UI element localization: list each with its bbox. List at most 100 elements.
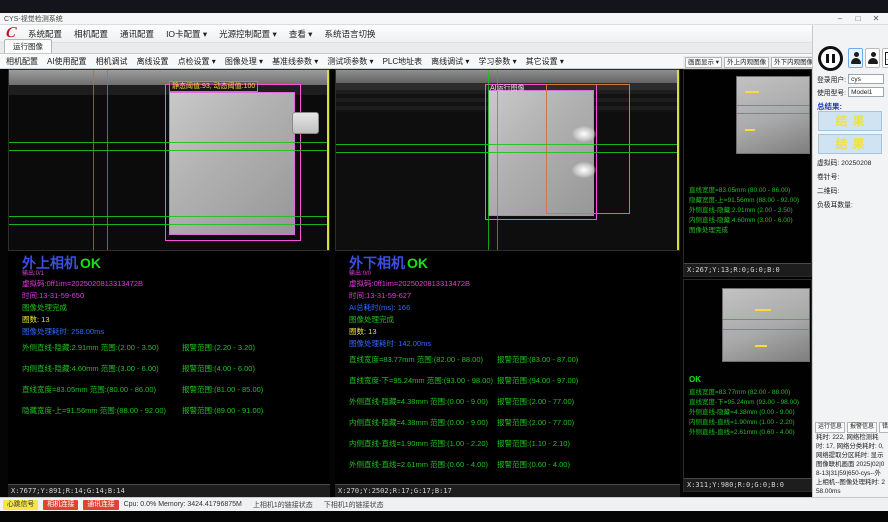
count-line: 圈数: 13 [349, 326, 679, 338]
login-user-button[interactable] [848, 48, 863, 68]
menubar: C 系统配置相机配置通讯配置IO卡配置 ▾光源控制配置 ▾查看 ▾系统语言切换 [0, 25, 888, 43]
toolbar-item[interactable]: PLC地址表 [383, 56, 423, 67]
camera-title: 外下相机OK [349, 255, 679, 271]
measure-line [737, 105, 809, 106]
mid-camera-image[interactable]: AI运行图像 [335, 69, 680, 251]
measure-line [9, 150, 329, 151]
measure-line [737, 113, 809, 114]
desktop-bottom-strip [0, 511, 888, 522]
mid-pixel-coords: X:270;Y:2502;R:17;G:17;B:17 [335, 484, 680, 497]
operator-button[interactable] [865, 48, 880, 68]
camera-title: 外上相机OK [22, 255, 322, 271]
measured-value: 内侧直线-隐藏:4.60mm (3.00 - 6.00) [689, 216, 799, 226]
bottom-small-coords: X:311;Y:980;R:0;G:0;B:0 [684, 478, 811, 491]
count-line: 圈数: 13 [22, 314, 322, 326]
time-line: 时间:13-31-59-650 [22, 290, 322, 302]
elapsed-line: 图像处理耗时: 142.00ms [349, 338, 679, 350]
log-tab[interactable]: 报警信息 [847, 422, 877, 433]
result-box-1: 结果 [818, 111, 882, 131]
pause-button[interactable] [818, 46, 843, 71]
minimize-button[interactable]: – [832, 14, 848, 24]
lower-camera-link-status[interactable]: 下相机1的链接状态 [324, 500, 384, 510]
top-small-coords: X:267;Y:13;R:0;G:0;B:0 [684, 263, 811, 276]
log-tab[interactable]: 错误信息 [879, 422, 888, 433]
measure-line [336, 152, 679, 153]
toolbar-item[interactable]: 基准线参数 ▾ [272, 56, 318, 67]
alarm-range: 报警范围:(89.00 - 91.00) [182, 405, 263, 417]
menu-item[interactable]: 通讯配置 [120, 28, 154, 40]
qr-code-label: 二维码: [817, 185, 839, 195]
left-camera-panel: 静态阈值:93, 动态阈值:100 外上相机OK 输出:0/1 虚拟码:0ff1… [8, 69, 330, 497]
right-view-tab[interactable]: 画面显示 ▾ [685, 57, 722, 68]
close-button[interactable]: ✕ [868, 14, 884, 24]
measure-line [336, 144, 679, 145]
measured-value: 直线宽度=83.05mm 范围:(80.00 - 86.00) [22, 384, 182, 396]
alarm-range: 报警范围:(94.00 - 97.00) [497, 375, 578, 387]
alarm-range: 报警范围:(2.00 - 77.00) [497, 417, 574, 429]
menu-item[interactable]: 系统配置 [28, 28, 62, 40]
alarm-range: 报警范围:(81.00 - 85.00) [182, 384, 263, 396]
result-row: 隐藏宽度-上=91.56mm 范围:(88.00 - 92.00) 报警范围:(… [22, 405, 322, 417]
result-row: 外侧直线-直线=2.61mm 范围:(0.60 - 4.00) 报警范围:(0.… [349, 459, 679, 471]
alarm-range: 报警范围:(83.00 - 87.00) [497, 354, 578, 366]
measured-value: 内侧直线-直线=1.90mm (1.00 - 2.20) [689, 418, 799, 428]
cpu-memory-text: Cpu: 0.0% Memory: 3424.41796875M [124, 501, 242, 508]
log-text: 耗时: 222, 网络检测耗时: 17, 网络分类耗时: 0, 网络提取分区耗时… [816, 434, 886, 497]
menu-item[interactable]: 系统语言切换 [324, 28, 375, 40]
log-tabs: 运行信息报警信息错误信息 [815, 422, 888, 433]
virtual-code-line: 虚拟码:0ff1im=2025020813313472B [349, 278, 679, 290]
right-view-tab[interactable]: 外下内观图像 [771, 57, 816, 68]
menu-item[interactable]: 相机配置 [74, 28, 108, 40]
ok-status: OK [407, 255, 428, 271]
alarm-range: 报警范围:(0.60 - 4.00) [497, 459, 570, 471]
heartbeat-badge: 心跳信号 [3, 500, 38, 510]
toolbar-item[interactable]: 学习参数 ▾ [478, 56, 516, 67]
camera-link-badge: 相机连接 [43, 500, 78, 510]
measured-value: 隐藏宽度-上=91.56mm (88.00 - 92.00) [689, 196, 799, 206]
toolbar-item[interactable]: 离线设置 [137, 56, 169, 67]
toolbar-item[interactable]: 图像处理 ▾ [225, 56, 263, 67]
measured-value: 外侧直线-直线=2.61mm 范围:(0.60 - 4.00) [349, 459, 497, 471]
maximize-button[interactable]: □ [850, 14, 866, 24]
ai-time-line: AI总耗时(ms): 166 [349, 302, 679, 314]
measured-value: 内侧直线-隐藏=4.38mm 范围:(0.00 - 9.00) [349, 417, 497, 429]
toolbar-item[interactable]: AI使用配置 [47, 56, 87, 67]
exit-button[interactable] [882, 48, 888, 68]
measured-value: 外侧直线-隐藏:2.91mm 范围:(2.00 - 3.50) [22, 342, 182, 354]
thumb-image [736, 76, 810, 154]
overlay-mark [745, 129, 755, 131]
login-user-field[interactable]: cys [848, 74, 884, 84]
result-row: 直线宽度=83.77mm 范围:(82.00 - 88.00) 报警范围:(83… [349, 354, 679, 366]
ok-status: OK [80, 255, 101, 271]
measure-line [488, 70, 489, 250]
measurement-results: 外侧直线-隐藏:2.91mm 范围:(2.00 - 3.50) 报警范围:(2.… [22, 342, 322, 417]
menu-item[interactable]: 查看 ▾ [289, 28, 313, 40]
app-window: CYS-视觉检测系统 – □ ✕ C 系统配置相机配置通讯配置IO卡配置 ▾光源… [0, 0, 888, 522]
small-view-top[interactable]: 直线宽度=83.05mm (80.00 - 86.00)隐藏宽度-上=91.56… [683, 69, 812, 277]
titlebar: CYS-视觉检测系统 – □ ✕ [0, 13, 888, 25]
tab-run-image[interactable]: 运行图像 [4, 39, 52, 53]
left-result-text: 外上相机OK 输出:0/1 虚拟码:0ff1im=202502081331347… [22, 255, 322, 426]
desktop-top-strip [0, 0, 888, 13]
toolbar-item[interactable]: 相机调试 [96, 56, 128, 67]
toolbar-item[interactable]: 点检设置 ▾ [178, 56, 216, 67]
measured-value: 外侧直线-直线=2.61mm (0.60 - 4.00) [689, 428, 799, 438]
toolbar-item[interactable]: 相机配置 [6, 56, 38, 67]
right-view-tabs: 画面显示 ▾外上内观图像外下内观图像 [683, 56, 812, 69]
menu-item[interactable]: IO卡配置 ▾ [166, 28, 207, 40]
model-field[interactable]: Model1 [848, 87, 884, 97]
small-view-bottom[interactable]: OK 直线宽度=83.77mm (82.00 - 88.00)直线宽度-下=95… [683, 279, 812, 492]
toolbar-item[interactable]: 离线调试 ▾ [431, 56, 469, 67]
window-title: CYS-视觉检测系统 [4, 14, 832, 24]
measured-value: 直线宽度=83.05mm (80.00 - 86.00) [689, 186, 799, 196]
log-tab[interactable]: 运行信息 [815, 422, 845, 433]
upper-camera-link-status[interactable]: 上相机1的链接状态 [253, 500, 313, 510]
login-user-label: 登录用户: [817, 74, 846, 84]
left-camera-image[interactable]: 静态阈值:93, 动态阈值:100 [8, 69, 330, 251]
menu-item[interactable]: 光源控制配置 ▾ [219, 28, 277, 40]
right-view-tab[interactable]: 外上内观图像 [724, 57, 769, 68]
measured-value: 外侧直线-隐藏:2.91mm (2.00 - 3.50) [689, 206, 799, 216]
toolbar-item[interactable]: 测试项参数 ▾ [327, 56, 373, 67]
highlight-blob [572, 126, 596, 142]
toolbar-item[interactable]: 其它设置 ▾ [526, 56, 564, 67]
